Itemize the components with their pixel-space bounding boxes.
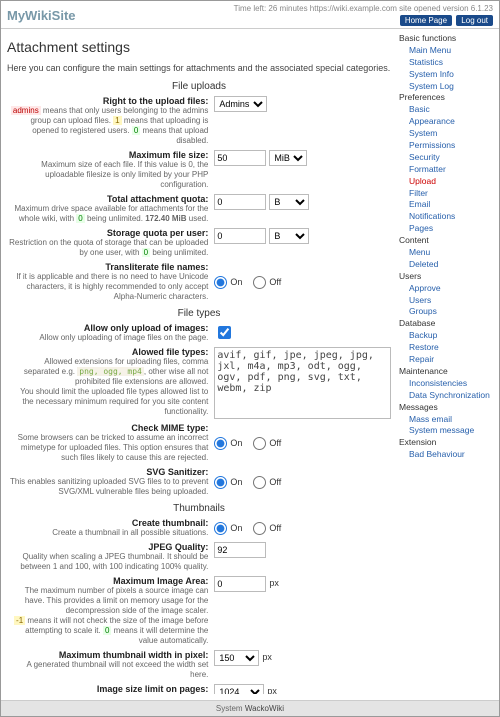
- allowed-types-textarea[interactable]: avif, gif, jpe, jpeg, jpg, jxl, m4a, mp3…: [214, 347, 391, 419]
- max-image-area-label: Maximum Image Area:: [7, 576, 208, 586]
- check-mime-label: Check MIME type:: [7, 423, 208, 433]
- image-size-limit-unit: px: [267, 684, 277, 694]
- images-only-label: Allow only upload of images:: [7, 323, 208, 333]
- page-title: Attachment settings: [7, 39, 391, 55]
- section-file-uploads: File uploads: [7, 81, 391, 92]
- transliterate-on-radio[interactable]: [214, 276, 227, 289]
- check-mime-off-radio[interactable]: [253, 437, 266, 450]
- sidebar-item-statistics[interactable]: Statistics: [399, 57, 495, 69]
- max-filesize-input[interactable]: [214, 150, 266, 166]
- sidebar-item-formatter[interactable]: Formatter: [399, 164, 495, 176]
- sidebar-item-repair[interactable]: Repair: [399, 354, 495, 366]
- jpeg-quality-label: JPEG Quality:: [7, 542, 208, 552]
- images-only-help: Allow only uploading of image files on t…: [7, 333, 208, 343]
- sidebar-item-groups[interactable]: Groups: [399, 306, 495, 318]
- svg-sanitizer-label: SVG Sanitizer:: [7, 467, 208, 477]
- max-thumb-width-select[interactable]: 150: [214, 650, 259, 666]
- sidebar-item-basic[interactable]: Basic: [399, 104, 495, 116]
- sidebar-item-restore[interactable]: Restore: [399, 342, 495, 354]
- svg-sanitizer-off-radio[interactable]: [253, 476, 266, 489]
- sidebar-item-approve[interactable]: Approve: [399, 283, 495, 295]
- svg-sanitizer-on-radio[interactable]: [214, 476, 227, 489]
- max-image-area-help: The maximum number of pixels a source im…: [7, 586, 208, 646]
- page-intro: Here you can configure the main settings…: [7, 63, 391, 73]
- sidebar-item-system-log[interactable]: System Log: [399, 81, 495, 93]
- create-thumbnail-help: Create a thumbnail in all possible situa…: [7, 528, 208, 538]
- max-thumb-width-label: Maximum thumbnail width in pixel:: [7, 650, 208, 660]
- site-logo: MyWikiSite: [7, 8, 76, 23]
- footer-link[interactable]: WackoWiki: [245, 704, 284, 713]
- upload-right-label: Right to the upload files:: [7, 96, 208, 106]
- upload-right-select[interactable]: Admins: [214, 96, 267, 112]
- sidebar-item-main-menu[interactable]: Main Menu: [399, 45, 495, 57]
- sidebar-item-filter[interactable]: Filter: [399, 188, 495, 200]
- max-thumb-width-help: A generated thumbnail will not exceed th…: [7, 660, 208, 680]
- max-thumb-width-unit: px: [262, 650, 272, 662]
- svg-sanitizer-help: This enables sanitizing uploaded SVG fil…: [7, 477, 208, 497]
- check-mime-on-radio[interactable]: [214, 437, 227, 450]
- sidebar-item-data-sync[interactable]: Data Synchronization: [399, 390, 495, 402]
- jpeg-quality-help: Quality when scaling a JPEG thumbnail. I…: [7, 552, 208, 572]
- total-quota-unit-select[interactable]: B: [269, 194, 309, 210]
- sidebar-item-pages[interactable]: Pages: [399, 223, 495, 235]
- max-image-area-unit: px: [269, 576, 279, 588]
- images-only-checkbox[interactable]: [218, 326, 231, 339]
- sidebar-item-system-message[interactable]: System message: [399, 425, 495, 437]
- sidebar-nav: Basic functions Main Menu Statistics Sys…: [399, 29, 499, 694]
- max-filesize-help: Maximum size of each file. If this value…: [7, 160, 208, 190]
- create-thumbnail-on-radio[interactable]: [214, 522, 227, 535]
- footer: System WackoWiki: [1, 700, 499, 716]
- per-user-quota-help: Restriction on the quota of storage that…: [7, 238, 208, 258]
- sidebar-item-bad-behaviour[interactable]: Bad Behaviour: [399, 449, 495, 461]
- sidebar-item-permissions[interactable]: Permissions: [399, 140, 495, 152]
- transliterate-off-radio[interactable]: [253, 276, 266, 289]
- sidebar-item-security[interactable]: Security: [399, 152, 495, 164]
- sidebar-item-inconsistencies[interactable]: Inconsistencies: [399, 378, 495, 390]
- logout-button[interactable]: Log out: [456, 15, 493, 26]
- upload-right-help: admins means that only users belonging t…: [7, 106, 208, 146]
- sidebar-item-notifications[interactable]: Notifications: [399, 211, 495, 223]
- check-mime-help: Some browsers can be tricked to assume a…: [7, 433, 208, 463]
- sidebar-item-system[interactable]: System: [399, 128, 495, 140]
- sidebar-item-deleted[interactable]: Deleted: [399, 259, 495, 271]
- sidebar-item-email[interactable]: Email: [399, 199, 495, 211]
- sidebar-item-backup[interactable]: Backup: [399, 330, 495, 342]
- home-page-button[interactable]: Home Page: [400, 15, 452, 26]
- per-user-quota-input[interactable]: [214, 228, 266, 244]
- create-thumbnail-off-radio[interactable]: [253, 522, 266, 535]
- sidebar-item-menu[interactable]: Menu: [399, 247, 495, 259]
- total-quota-input[interactable]: [214, 194, 266, 210]
- transliterate-label: Transliterate file names:: [7, 262, 208, 272]
- allowed-types-label: Alowed file types:: [7, 347, 208, 357]
- max-filesize-label: Maximum file size:: [7, 150, 208, 160]
- image-size-limit-select[interactable]: 1024: [214, 684, 264, 694]
- sidebar-item-appearance[interactable]: Appearance: [399, 116, 495, 128]
- max-filesize-unit-select[interactable]: MiB: [269, 150, 307, 166]
- session-status: Time left: 26 minutes https://wiki.examp…: [234, 4, 493, 13]
- jpeg-quality-input[interactable]: [214, 542, 266, 558]
- per-user-quota-unit-select[interactable]: B: [269, 228, 309, 244]
- image-size-limit-label: Image size limit on pages:: [7, 684, 208, 694]
- section-file-types: File types: [7, 308, 391, 319]
- sidebar-item-users[interactable]: Users: [399, 295, 495, 307]
- total-quota-help: Maximum drive space available for attach…: [7, 204, 208, 224]
- sidebar-item-system-info[interactable]: System Info: [399, 69, 495, 81]
- transliterate-help: If it is applicable and there is no need…: [7, 272, 208, 302]
- total-quota-label: Total attachment quota:: [7, 194, 208, 204]
- section-thumbnails: Thumbnails: [7, 503, 391, 514]
- sidebar-item-upload[interactable]: Upload: [399, 176, 495, 188]
- per-user-quota-label: Storage quota per user:: [7, 228, 208, 238]
- max-image-area-input[interactable]: [214, 576, 266, 592]
- sidebar-item-mass-email[interactable]: Mass email: [399, 414, 495, 426]
- allowed-types-help: Allowed extensions for uploading files, …: [7, 357, 208, 417]
- create-thumbnail-label: Create thumbnail:: [7, 518, 208, 528]
